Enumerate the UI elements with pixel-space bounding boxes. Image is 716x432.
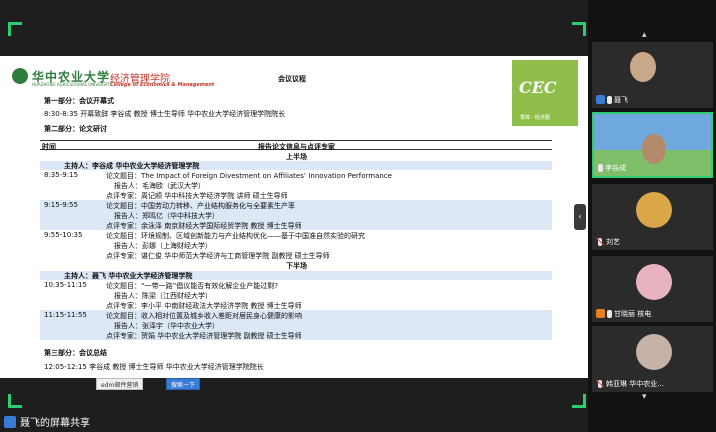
participant-name: 聂飞	[614, 95, 628, 104]
session3-reporter: 报告人：彭娜（上海财经大学）	[114, 242, 212, 250]
screen-share-icon	[4, 416, 16, 428]
participant-tile-2[interactable]: 李谷成	[592, 112, 713, 178]
session1-paper: 论文题目：The Impact of Foreign Divestment on…	[106, 172, 392, 180]
host2: 主持人：聂飞 华中农业大学经济管理学院	[64, 272, 193, 280]
session2-reviewer: 点评专家：余泳泽 南京财经大学国际经贸学院 教授 博士生导师	[106, 222, 302, 230]
session3-reviewer: 点评专家：谌仁俊 华中师范大学经济与工商管理学院 副教授 硕士生导师	[106, 252, 330, 260]
session5-paper: 论文题目：收入相对位置及城乡收入差距对居民身心健康的影响	[106, 312, 302, 320]
session2-reporter: 报告人：郑鸣亿（华中科技大学）	[114, 212, 219, 220]
session1-reporter: 报告人：毛海欧（武汉大学）	[114, 182, 205, 190]
participant-tile-3[interactable]: 刘艺	[592, 184, 713, 250]
participant-panel: 聂飞 李谷成 刘艺 甘晓丽 核电 韩亚琳 华中农业... ▴ ▾	[588, 0, 716, 432]
session4-time: 10:35-11:15	[44, 281, 87, 289]
session2-paper: 论文题目：中国劳动力转移、产业结构服务化与全要素生产率	[106, 202, 295, 210]
session5-time: 11:15-11:55	[44, 311, 87, 319]
avatar	[636, 334, 672, 370]
part3-line: 12:05-12:15 李谷成 教授 博士生导师 华中农业大学经济管理学院院长	[44, 363, 264, 371]
participant-name: 韩亚琳 华中农业...	[606, 379, 664, 388]
session5-reporter: 报告人：张泽宇（华中农业大学）	[114, 322, 219, 330]
part1-line: 8:30-8:35 开幕致辞 李谷成 教授 博士生导师 华中农业大学经济管理学院…	[44, 110, 286, 118]
participant-name-tag: 聂飞	[596, 94, 628, 105]
participant-name: 刘艺	[606, 237, 620, 246]
shared-screen: 华中农业大学 HUAZHONG AGRICULTURAL UNIVERSITY …	[0, 0, 588, 432]
host1: 主持人：李谷成 华中农业大学经济管理学院	[64, 162, 200, 170]
frame-corner-tr	[572, 22, 586, 36]
session2-time: 9:15-9:55	[44, 201, 78, 209]
taskbar-item-edm[interactable]: edm邮件营销	[96, 378, 144, 390]
mic-icon	[598, 163, 603, 172]
session5-reviewer: 点评专家：贺娟 华中农业大学经济管理学院 副教授 硕士生导师	[106, 332, 302, 340]
participant-name-tag: 甘晓丽 核电	[596, 308, 651, 319]
doc-title: 会议议程	[278, 75, 306, 83]
university-emblem-icon	[12, 68, 28, 84]
doc-header: 华中农业大学 HUAZHONG AGRICULTURAL UNIVERSITY …	[0, 56, 588, 92]
taskbar-item-search[interactable]: 搜索一下	[166, 378, 201, 390]
part1-title: 第一部分：会议开幕式	[44, 97, 114, 105]
participant-name-tag: 刘艺	[596, 236, 620, 247]
mic-icon	[607, 309, 612, 318]
scroll-down-icon[interactable]: ▾	[642, 392, 647, 402]
participant-name: 李谷成	[605, 163, 626, 172]
participant-tile-4[interactable]: 甘晓丽 核电	[592, 256, 713, 322]
scroll-up-icon[interactable]: ▴	[642, 30, 647, 40]
video-feed	[642, 134, 666, 164]
session3-paper: 论文题目：环境规制、区域创新能力与产业结构优化——基于中国准自然实验的研究	[106, 232, 365, 240]
session4-reporter: 报告人：陈梁（江西财经大学）	[114, 292, 212, 300]
frame-corner-br	[572, 394, 586, 408]
university-name-en: HUAZHONG AGRICULTURAL UNIVERSITY	[32, 82, 113, 87]
avatar	[636, 192, 672, 228]
part3-title: 第三部分：会议总结	[44, 349, 107, 357]
table-header: 时间 报告论文信息与点评专家	[40, 140, 552, 151]
collapse-panel-button[interactable]: ‹	[574, 204, 586, 230]
second-half-title: 下半场	[286, 262, 307, 270]
agenda-document: 华中农业大学 HUAZHONG AGRICULTURAL UNIVERSITY …	[0, 56, 588, 378]
session4-paper: 论文题目：“一带一路”倡议能否有效化解企业产能过剩?	[106, 282, 278, 290]
mic-muted-icon	[596, 237, 604, 246]
participant-tile-1[interactable]: 聂飞	[592, 42, 713, 108]
video-feed	[630, 52, 656, 82]
cec-logo: CEC 香樟 · 经济圈	[512, 60, 578, 126]
mic-muted-icon	[596, 379, 604, 388]
shared-taskbar: edm邮件营销 搜索一下	[0, 378, 588, 394]
session1-time: 8:35-9:15	[44, 171, 78, 179]
avatar	[636, 264, 672, 300]
frame-corner-bl	[8, 394, 22, 408]
host-icon	[596, 95, 605, 104]
cohost-icon	[596, 309, 605, 318]
cec-logo-sub: 香樟 · 经济圈	[520, 115, 550, 121]
part2-title: 第二部分：论文研讨	[44, 125, 107, 133]
college-name-en: College of Economics & Management	[110, 82, 215, 88]
screen-share-label: 聂飞的屏幕共享	[20, 418, 90, 429]
participant-tile-5[interactable]: 韩亚琳 华中农业...	[592, 326, 713, 392]
table-head-time: 时间	[42, 143, 56, 151]
cec-logo-text: CEC	[519, 78, 557, 97]
mic-icon	[607, 95, 612, 104]
frame-corner-tl	[8, 22, 22, 36]
session3-time: 9:55-10:35	[44, 231, 83, 239]
participant-name-tag: 李谷成	[598, 162, 626, 173]
participant-name-tag: 韩亚琳 华中农业...	[596, 378, 664, 389]
table-head-info: 报告论文信息与点评专家	[258, 143, 335, 151]
participant-name: 甘晓丽 核电	[614, 309, 652, 318]
